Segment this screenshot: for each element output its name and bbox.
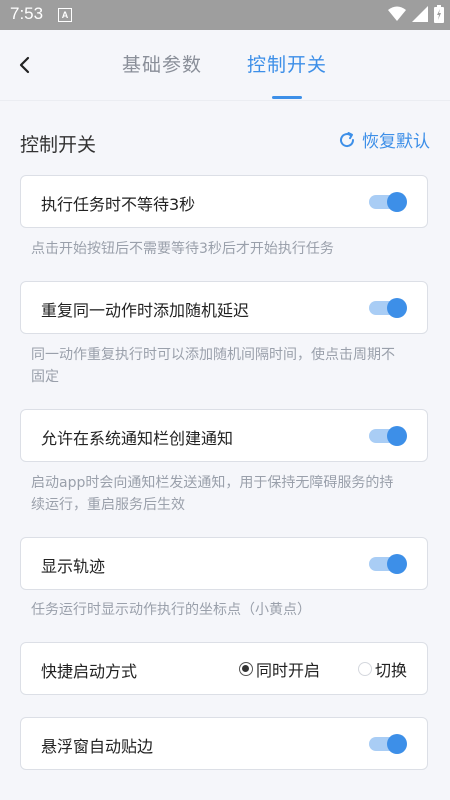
toggle-knob: [387, 554, 407, 574]
section-title: 控制开关: [20, 134, 97, 156]
tab-control-switches[interactable]: 控制开关: [247, 50, 327, 77]
wifi-icon: [388, 6, 406, 21]
radio-unchecked-icon: [357, 662, 372, 676]
signal-icon: [412, 6, 428, 22]
setting-description: 任务运行时显示动作执行的坐标点（小黄点）: [31, 602, 311, 618]
setting-label: 悬浮窗自动贴边: [41, 737, 154, 756]
setting-notification: 允许在系统通知栏创建通知: [20, 409, 428, 462]
refresh-icon: [340, 131, 355, 147]
setting-description: 启动app时会向通知栏发送通知，用于保持无障碍服务的持 续运行，重启服务后生效: [31, 472, 423, 516]
system-icons: [388, 5, 444, 23]
radio-checked-icon: [238, 662, 253, 676]
description-line: 续运行，重启服务后生效: [31, 497, 185, 513]
float-snap-toggle[interactable]: [369, 734, 407, 754]
toggle-knob: [387, 192, 407, 212]
setting-launch-mode: 快捷启动方式 同时开启 切换: [20, 642, 428, 695]
restore-defaults-label: 恢复默认: [362, 132, 430, 152]
restore-defaults-button[interactable]: 恢复默认: [338, 127, 430, 152]
toggle-knob: [387, 426, 407, 446]
radio-switch[interactable]: 切换: [357, 657, 407, 681]
setting-label: 快捷启动方式: [41, 662, 138, 681]
radio-label: 同时开启: [255, 661, 320, 680]
setting-random-delay: 重复同一动作时添加随机延迟: [20, 281, 428, 334]
no-wait-toggle[interactable]: [369, 192, 407, 212]
notification-a-icon: A: [58, 8, 72, 22]
radio-simultaneous[interactable]: 同时开启: [238, 657, 320, 681]
setting-description: 同一动作重复执行时可以添加随机间隔时间，使点击周期不 固定: [31, 344, 423, 388]
setting-description: 点击开始按钮后不需要等待3秒后才开始执行任务: [31, 241, 334, 257]
description-line: 固定: [31, 369, 59, 385]
toggle-knob: [387, 298, 407, 318]
setting-label: 重复同一动作时添加随机延迟: [41, 301, 250, 320]
status-bar: 7:53 A: [0, 0, 450, 30]
description-line: 同一动作重复执行时可以添加随机间隔时间，使点击周期不: [31, 347, 395, 363]
setting-show-trail: 显示轨迹: [20, 537, 428, 590]
status-time: 7:53: [10, 4, 44, 23]
random-delay-toggle[interactable]: [369, 298, 407, 318]
battery-icon: [434, 5, 444, 23]
top-nav: 基础参数 控制开关: [0, 30, 450, 101]
setting-no-wait: 执行任务时不等待3秒: [20, 175, 428, 228]
setting-label: 允许在系统通知栏创建通知: [41, 429, 234, 448]
radio-label: 切换: [374, 661, 407, 680]
show-trail-toggle[interactable]: [369, 554, 407, 574]
setting-float-snap: 悬浮窗自动贴边: [20, 717, 428, 770]
launch-mode-radio-group: 同时开启 切换: [238, 657, 407, 681]
setting-label: 显示轨迹: [41, 557, 106, 576]
toggle-knob: [387, 734, 407, 754]
notification-toggle[interactable]: [369, 426, 407, 446]
description-line: 启动app时会向通知栏发送通知，用于保持无障碍服务的持: [31, 475, 394, 491]
active-tab-indicator: [272, 96, 302, 99]
back-arrow-icon[interactable]: [14, 50, 38, 80]
tab-basic-params[interactable]: 基础参数: [122, 50, 202, 77]
setting-label: 执行任务时不等待3秒: [41, 195, 196, 214]
